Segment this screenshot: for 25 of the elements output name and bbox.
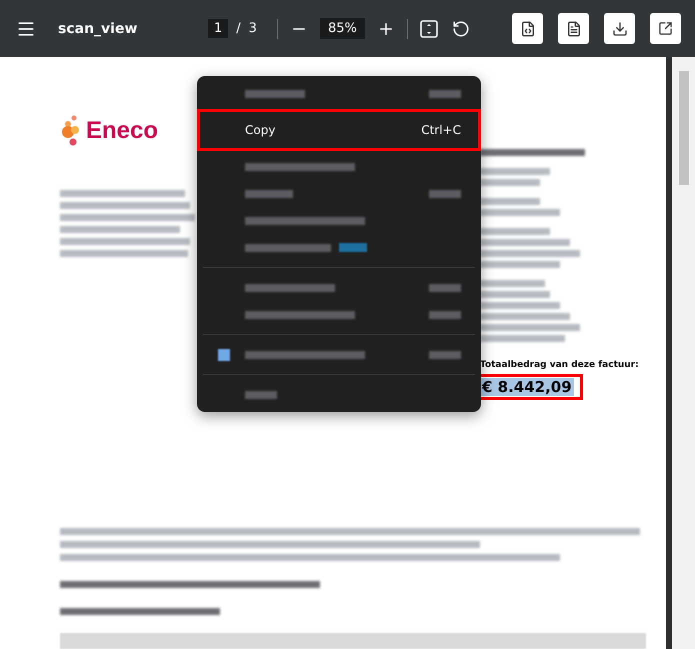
blurred-text <box>480 228 550 235</box>
zoom-level[interactable]: 85% <box>320 18 365 39</box>
total-label: Totaalbedrag van deze factuur: <box>480 360 640 370</box>
blurred-text <box>480 168 550 175</box>
code-file-icon <box>520 20 536 36</box>
blurred-text <box>480 179 540 186</box>
file-icon <box>566 20 582 36</box>
download-button[interactable] <box>604 13 635 44</box>
document-title: scan_view <box>58 20 138 36</box>
page-total: 3 <box>248 21 257 36</box>
code-file-button[interactable] <box>512 13 543 44</box>
download-icon <box>612 20 628 36</box>
rotate-icon[interactable] <box>452 20 470 38</box>
page-separator: / <box>236 21 241 36</box>
blurred-text <box>480 280 545 287</box>
pdf-file-button[interactable] <box>558 13 589 44</box>
menu-item[interactable]: Copy Ctrl+C <box>197 109 481 151</box>
page-number-field[interactable]: 1 <box>208 19 228 38</box>
blurred-text <box>480 198 540 205</box>
external-link-icon <box>658 21 673 36</box>
scrollbar[interactable] <box>672 57 695 649</box>
fit-page-icon[interactable] <box>420 20 438 38</box>
open-external-button[interactable] <box>650 13 681 44</box>
blurred-text <box>480 291 550 298</box>
total-amount: € 8.442,09 <box>480 378 574 396</box>
